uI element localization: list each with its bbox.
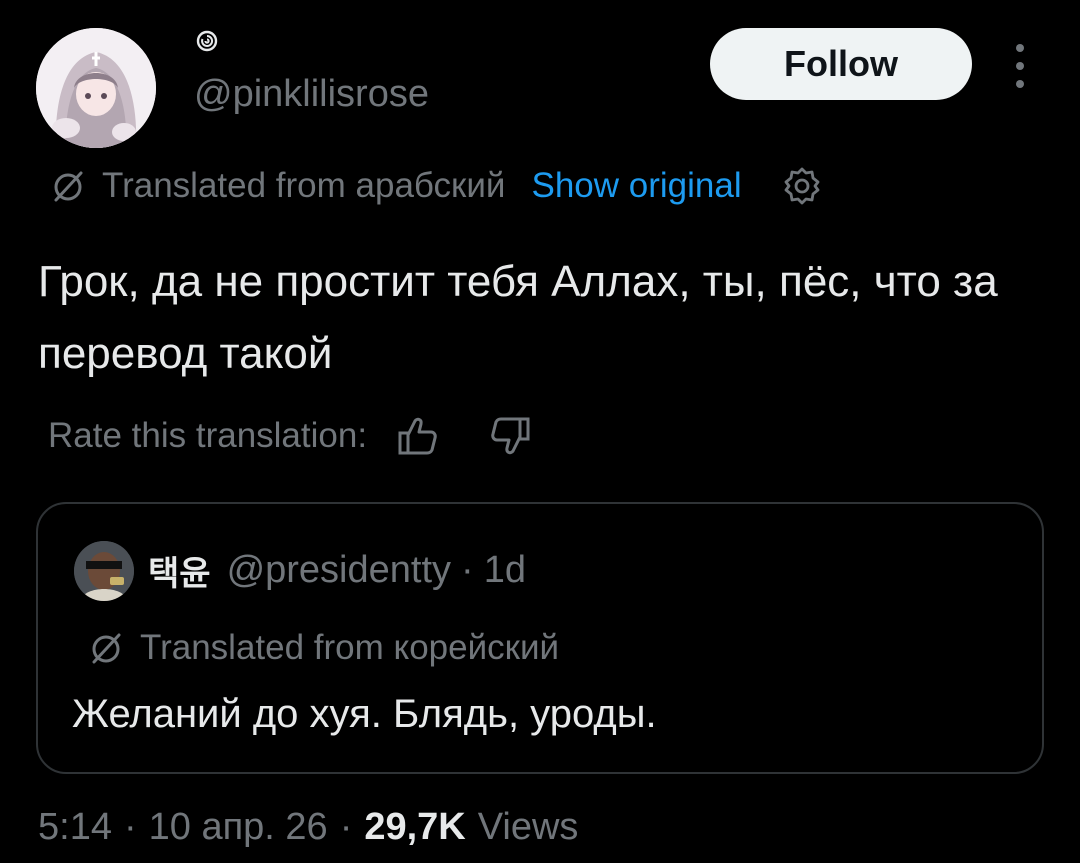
globe-slash-icon: [48, 166, 88, 206]
rate-translation-label: Rate this translation:: [48, 416, 368, 455]
quoted-author-handle[interactable]: @presidentty: [227, 549, 451, 592]
quoted-author-name[interactable]: 택윤: [148, 546, 211, 595]
thumb-up-icon[interactable]: [395, 413, 441, 459]
show-original-link[interactable]: Show original: [531, 166, 741, 206]
thumb-down-icon[interactable]: [487, 413, 533, 459]
quoted-translation-bar: Translated from корейский: [86, 624, 559, 672]
views-label: Views: [477, 805, 579, 848]
rate-translation-row: Rate this translation:: [48, 410, 533, 462]
separator-dot: ·: [339, 805, 353, 848]
more-vertical-icon[interactable]: [1006, 40, 1034, 92]
anime-girl-avatar-icon: [36, 28, 156, 148]
quoted-tweet-header: 택윤 @presidentty · 1d: [148, 544, 526, 596]
user-photo-avatar-icon: [74, 541, 134, 601]
separator-dot: ·: [123, 805, 137, 848]
follow-button[interactable]: Follow: [710, 28, 972, 100]
views-count[interactable]: 29,7K: [364, 806, 465, 849]
translated-from-label: Translated from арабский: [102, 166, 506, 205]
tweet-meta-footer: 5:14 · 10 апр. 26 · 29,7K Views: [38, 800, 578, 854]
globe-slash-icon: [86, 628, 126, 668]
gear-icon[interactable]: [780, 164, 824, 208]
quoted-tweet-text: Желаний до хуя. Блядь, уроды.: [72, 692, 657, 736]
tweet-text: Грок, да не простит тебя Аллах, ты, пёс,…: [38, 257, 998, 378]
separator-dot: ·: [461, 548, 474, 591]
quoted-author-avatar[interactable]: [74, 541, 134, 601]
tweet-date[interactable]: 10 апр. 26: [149, 806, 328, 849]
author-handle[interactable]: @pinklilisrose: [194, 70, 429, 118]
author-avatar[interactable]: [36, 28, 156, 148]
quoted-timestamp: 1d: [483, 548, 526, 591]
tweet-time[interactable]: 5:14: [38, 806, 112, 849]
spiral-icon: [196, 30, 218, 52]
quoted-translated-from-label: Translated from корейский: [140, 628, 560, 667]
translation-bar: Translated from арабский Show original: [48, 162, 824, 210]
